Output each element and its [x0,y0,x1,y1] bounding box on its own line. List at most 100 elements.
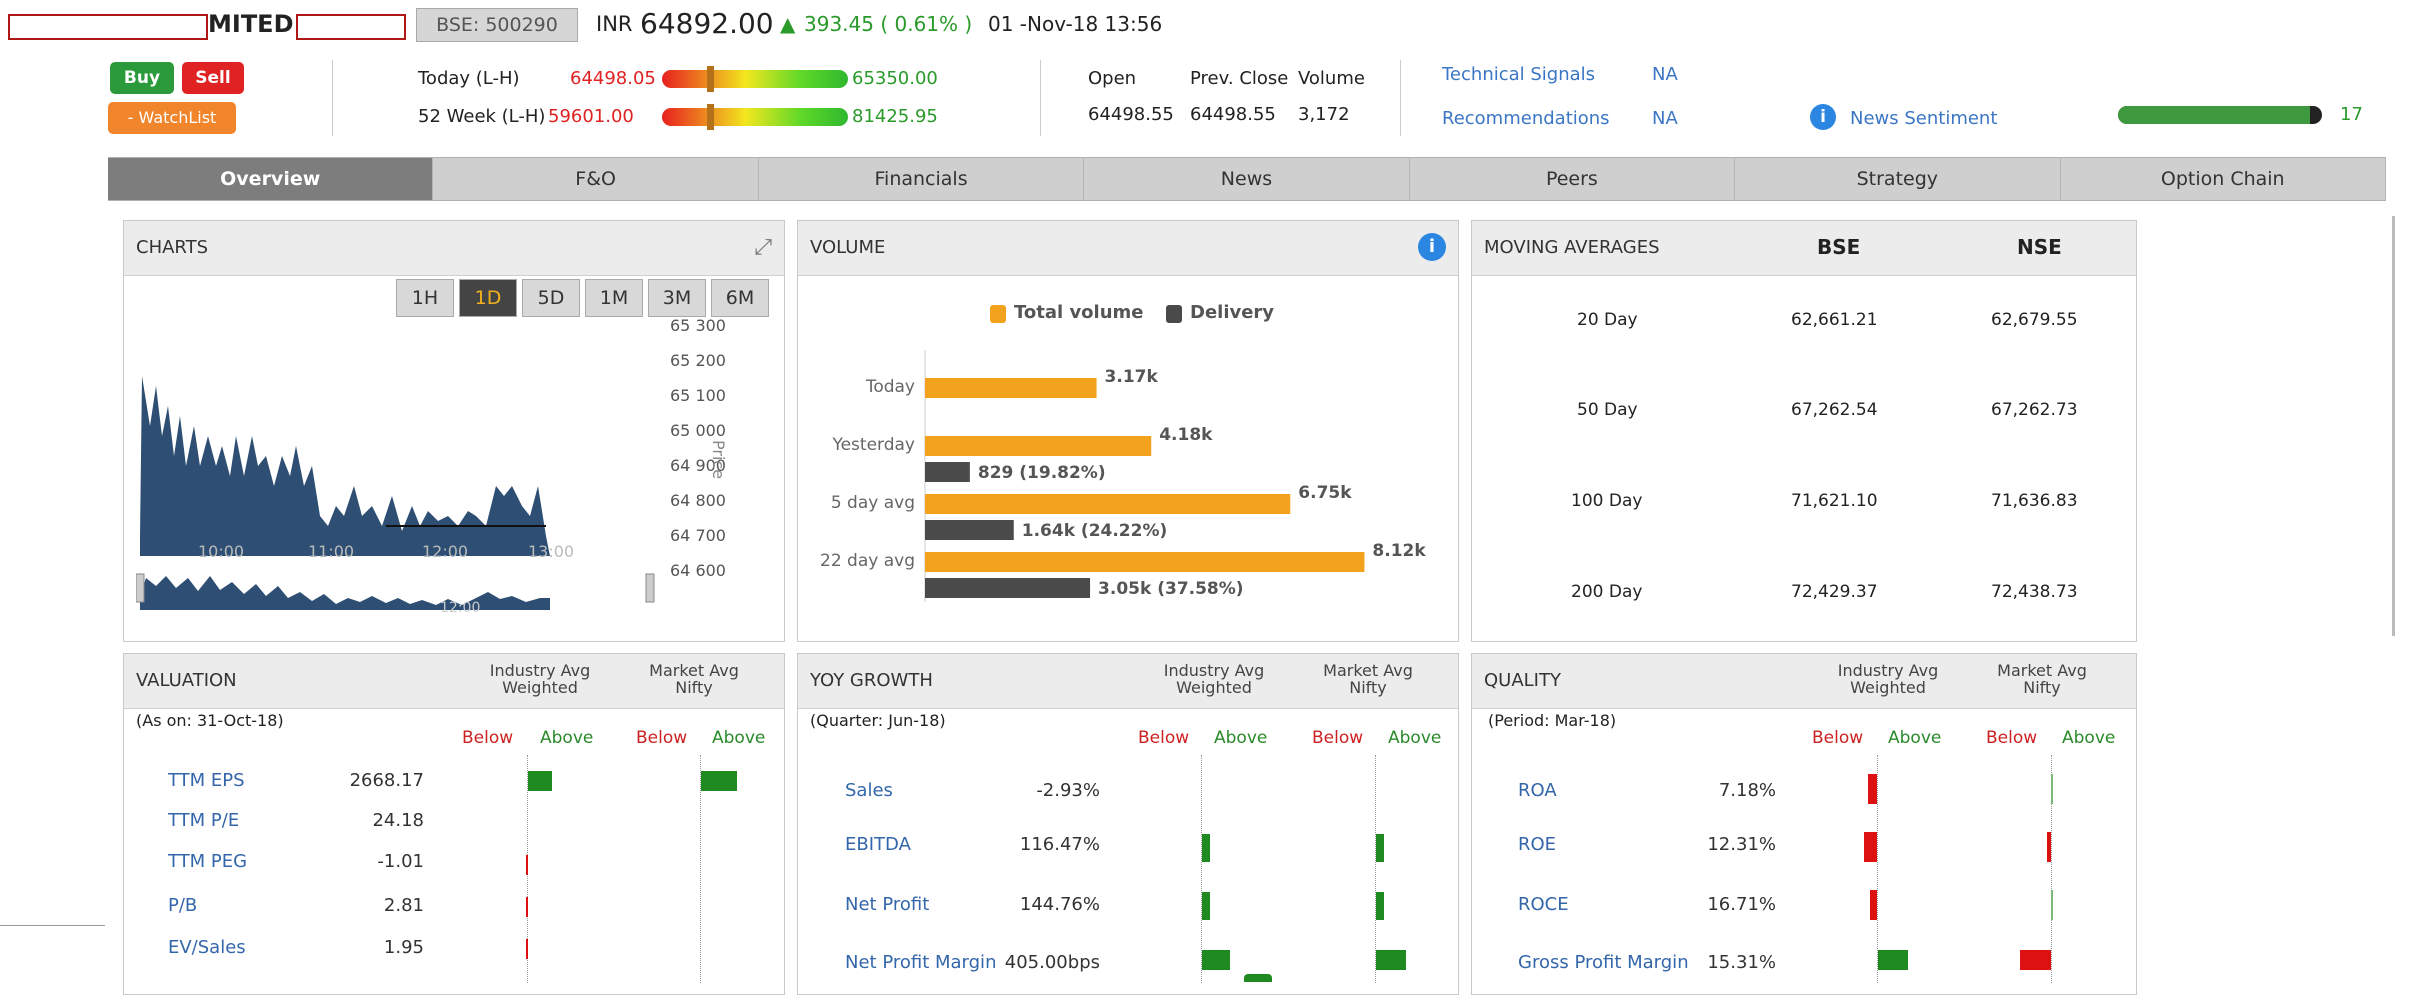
redacted-name-right [296,14,406,40]
x-tick: 11:00 [308,542,355,561]
prev-close-label: Prev. Close [1190,68,1289,89]
metric-label[interactable]: Sales [845,780,893,801]
total-volume-label: 6.75k [1298,483,1352,503]
comparison-bar [1376,834,1384,862]
delivery-bar [925,462,970,482]
currency: INR [596,12,633,36]
metric-label[interactable]: TTM EPS [168,770,245,791]
price-area [140,376,550,556]
tab-financials[interactable]: Financials [759,158,1085,200]
range-1m[interactable]: 1M [585,279,643,317]
info-icon[interactable]: i [1418,233,1446,261]
news-sentiment-score: 17 [2340,104,2363,125]
comparison-bar [1376,892,1384,920]
comparison-bar [1878,950,1908,970]
comparison-bar [528,771,552,791]
ma-row: 200 Day 72,429.37 72,438.73 [1471,582,2135,612]
metric-label[interactable]: ROA [1518,780,1557,801]
yoy-title: YOY GROWTH [810,670,933,691]
x-tick: 10:00 [198,542,245,561]
divider [1400,60,1401,136]
news-sentiment-bar [2118,106,2322,124]
volume-label: Volume [1298,68,1365,89]
col-label: Industry Avg [1837,661,1939,680]
tab-fno[interactable]: F&O [433,158,759,200]
today-range-bar [662,66,848,92]
quality-title: QUALITY [1484,670,1561,691]
price-chart[interactable] [136,316,656,616]
col-label: Market Avg [1323,661,1413,680]
divider [1040,60,1041,136]
sell-button[interactable]: Sell [182,62,244,94]
metric-value: 24.18 [372,810,424,831]
range-5d[interactable]: 5D [522,279,580,317]
col-label: Nifty [675,678,713,697]
comparison-bar [2020,950,2051,970]
comparison-bar [1864,832,1877,862]
above-label: Above [1388,728,1442,748]
metric-value: 405.00bps [1004,952,1100,973]
metric-value: 144.76% [1019,894,1100,915]
info-icon[interactable]: i [1810,104,1836,130]
week52-range-bar [662,104,848,130]
up-arrow-icon: ▲ [780,12,796,36]
delivery-label: 3.05k (37.58%) [1098,579,1244,599]
comparison-bar [1376,950,1406,970]
main-tabs: Overview F&O Financials News Peers Strat… [108,157,2386,201]
range-1h[interactable]: 1H [396,279,454,317]
buy-button[interactable]: Buy [110,62,174,94]
col-label: Weighted [502,678,578,697]
total-volume-bar [925,494,1291,514]
industry-axis [1201,755,1202,983]
tab-overview[interactable]: Overview [108,158,434,200]
industry-axis [1877,755,1878,983]
volume-chart: Today 3.17k Yesterday 4.18k 829 (19.82%) 5 da… [820,350,1426,602]
above-label: Above [1888,728,1942,748]
tab-option-chain[interactable]: Option Chain [2061,158,2386,200]
comparison-bar [1202,950,1230,970]
col-label: Nifty [2023,678,2061,697]
metric-label[interactable]: Net Profit Margin [845,952,996,973]
technical-signals-link[interactable]: Technical Signals [1442,64,1595,85]
below-label: Below [636,728,688,748]
delivery-bar [925,578,1091,598]
metric-label[interactable]: TTM P/E [168,810,239,831]
company-name: MITED [208,10,294,38]
metric-label[interactable]: ROCE [1518,894,1569,915]
above-label: Above [1214,728,1268,748]
range-1d[interactable]: 1D [459,279,517,317]
category-label: 22 day avg [820,551,915,571]
range-3m[interactable]: 3M [648,279,706,317]
range-6m[interactable]: 6M [711,279,769,317]
metric-label[interactable]: Net Profit [845,894,929,915]
expand-icon[interactable]: ⤢ [754,235,772,260]
scrollbar[interactable] [2392,216,2395,636]
watchlist-button[interactable]: - WatchList [108,102,236,134]
comparison-bar [2051,774,2053,804]
metric-value: 16.71% [1707,894,1776,915]
total-volume-bar [925,436,1152,456]
metric-value: 7.18% [1718,780,1776,801]
ma-nse-value: 72,438.73 [1991,582,2078,602]
industry-avg-header: Industry Avg Weighted [1828,662,1948,696]
above-label: Above [712,728,766,748]
industry-avg-header: Industry Avg Weighted [480,662,600,696]
comparison-bar [526,897,528,917]
tab-news[interactable]: News [1084,158,1410,200]
metric-label[interactable]: P/B [168,895,197,916]
navigator-tick: 12:00 [440,600,481,616]
metric-label[interactable]: TTM PEG [168,851,247,872]
recommendations-link[interactable]: Recommendations [1442,108,1610,129]
tab-peers[interactable]: Peers [1410,158,1736,200]
news-sentiment-link[interactable]: News Sentiment [1850,108,1997,129]
metric-label[interactable]: EBITDA [845,834,911,855]
x-tick: 12:00 [422,542,469,561]
metric-label[interactable]: EV/Sales [168,937,246,958]
tab-strategy[interactable]: Strategy [1735,158,2061,200]
exchange-badge: BSE: 500290 [416,8,578,42]
volume-value: 3,172 [1298,104,1350,125]
metric-label[interactable]: ROE [1518,834,1556,855]
scroll-indicator[interactable] [1244,974,1272,982]
industry-avg-header: Industry Avg Weighted [1154,662,1274,696]
comparison-bar [701,771,737,791]
